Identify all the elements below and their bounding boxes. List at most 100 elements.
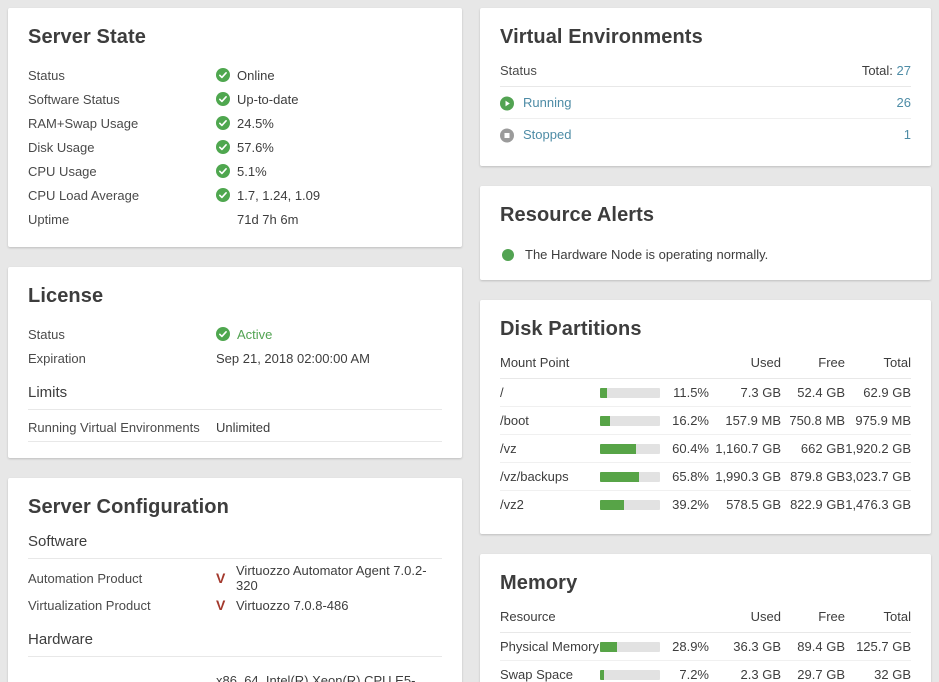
usage-bar-fill [600,416,610,426]
resource-alerts-card: Resource Alerts The Hardware Node is ope… [480,186,931,280]
usage-bar [600,670,660,680]
architecture-value: x86_64, Intel(R) Xeon(R) CPU E5-2650 v4 … [216,667,442,682]
free-value: 89.4 GB [781,639,845,654]
status-ok-icon [216,92,230,106]
license-limits-header: Limits [28,384,442,410]
col-header-free: Free [781,355,845,370]
row-label: Status [28,68,216,83]
usage-percent: 39.2% [666,497,711,512]
row-value: 71d 7h 6m [237,212,298,227]
row-value: Online [237,68,275,83]
software-section-header: Software [28,533,442,559]
row-label: RAM+Swap Usage [28,116,216,131]
license-title: License [28,285,442,308]
used-value: 1,990.3 GB [711,469,781,484]
ve-total: Total: 27 [862,63,911,78]
automation-product-row: Automation Product V Virtuozzo Automator… [28,563,442,593]
total-value: 1,476.3 GB [845,497,911,512]
resource-name: Swap Space [500,667,600,682]
usage-percent: 60.4% [666,441,711,456]
row-label: Expiration [28,351,216,366]
server-state-row-load: CPU Load Average 1.7, 1.24, 1.09 [28,183,442,207]
row-value: 1.7, 1.24, 1.09 [237,188,320,203]
row-label: Disk Usage [28,140,216,155]
disk-row-vz-backups: /vz/backups 65.8% 1,990.3 GB 879.8 GB 3,… [500,463,911,491]
usage-bar [600,444,660,454]
hardware-section-header: Hardware [28,631,442,657]
used-value: 1,160.7 GB [711,441,781,456]
usage-percent: 11.5% [666,385,711,400]
free-value: 750.8 MB [781,413,845,428]
server-state-row-ram-swap: RAM+Swap Usage 24.5% [28,111,442,135]
status-ok-icon [216,327,230,341]
used-value: 157.9 MB [711,413,781,428]
ve-running-count[interactable]: 26 [897,95,911,110]
usage-bar [600,472,660,482]
ve-row-stopped[interactable]: Stopped 1 [500,119,911,150]
disk-row-vz: /vz 60.4% 1,160.7 GB 662 GB 1,920.2 GB [500,435,911,463]
row-label: Running Virtual Environments [28,420,216,435]
col-header-mount-point: Mount Point [500,355,600,370]
dashboard: Server State Status Online Software Stat… [0,0,939,682]
free-value: 52.4 GB [781,385,845,400]
resource-name: Physical Memory [500,639,600,654]
total-value: 62.9 GB [845,385,911,400]
memory-table-header: Resource Used Free Total [500,609,911,633]
ve-stopped-label[interactable]: Stopped [523,127,571,142]
ve-running-label[interactable]: Running [523,95,571,110]
status-ok-icon [216,140,230,154]
ve-total-value: 27 [897,63,911,78]
usage-bar-fill [600,670,604,680]
stopped-icon [500,128,514,142]
ve-total-label: Total: [862,63,893,78]
mount-point: /boot [500,413,600,428]
disk-row-root: / 11.5% 7.3 GB 52.4 GB 62.9 GB [500,379,911,407]
row-value: 57.6% [237,140,274,155]
usage-bar-fill [600,444,636,454]
used-value: 7.3 GB [711,385,781,400]
virtualization-product-row: Virtualization Product V Virtuozzo 7.0.8… [28,593,442,617]
license-limit-value: Unlimited [216,420,270,435]
right-column: Virtual Environments Status Total: 27 Ru… [480,8,931,682]
used-value: 578.5 GB [711,497,781,512]
health-ok-icon [502,249,514,261]
mount-point: /vz2 [500,497,600,512]
col-header-total: Total [845,609,911,624]
running-icon [500,96,514,110]
server-state-row-software: Software Status Up-to-date [28,87,442,111]
col-header-used: Used [711,609,781,624]
free-value: 822.9 GB [781,497,845,512]
usage-percent: 28.9% [666,639,711,654]
memory-title: Memory [500,572,911,595]
alert-message: The Hardware Node is operating normally. [525,247,768,262]
disk-row-boot: /boot 16.2% 157.9 MB 750.8 MB 975.9 MB [500,407,911,435]
memory-row-swap: Swap Space 7.2% 2.3 GB 29.7 GB 32 GB [500,661,911,682]
col-header-resource: Resource [500,609,600,624]
status-ok-icon [216,188,230,202]
ve-stopped-count[interactable]: 1 [904,127,911,142]
usage-bar [600,416,660,426]
row-value: Up-to-date [237,92,298,107]
mount-point: /vz [500,441,600,456]
architecture-row: Architecture x86_64, Intel(R) Xeon(R) CP… [28,661,442,682]
total-value: 1,920.2 GB [845,441,911,456]
row-label: Virtualization Product [28,598,216,613]
usage-bar [600,642,660,652]
license-expiration-value: Sep 21, 2018 02:00:00 AM [216,351,370,366]
left-column: Server State Status Online Software Stat… [8,8,462,682]
usage-bar-fill [600,642,617,652]
col-header-free: Free [781,609,845,624]
row-value: 24.5% [237,116,274,131]
memory-card: Memory Resource Used Free Total Physical… [480,554,931,682]
status-ok-icon [216,68,230,82]
mount-point: / [500,385,600,400]
usage-bar-fill [600,472,639,482]
usage-bar-fill [600,388,607,398]
license-status-row: Status Active [28,322,442,346]
usage-bar [600,388,660,398]
server-state-row-uptime: Uptime 71d 7h 6m [28,207,442,231]
ve-status-header: Status Total: 27 [500,63,911,87]
ve-row-running[interactable]: Running 26 [500,87,911,119]
row-label: CPU Load Average [28,188,216,203]
total-value: 975.9 MB [845,413,911,428]
